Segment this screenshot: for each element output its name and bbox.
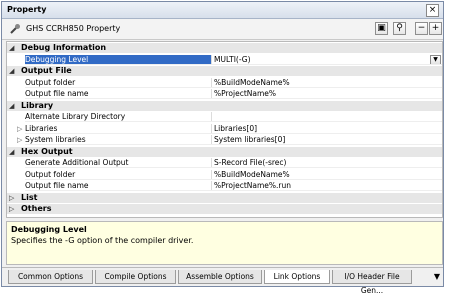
property-row[interactable]: Alternate Library Directory: [7, 112, 442, 122]
collapse-icon[interactable]: ◢: [9, 102, 17, 110]
lock-icon: ▣: [377, 23, 386, 33]
expand-icon[interactable]: ▷: [9, 194, 17, 202]
collapse-icon[interactable]: ◢: [9, 148, 17, 156]
category-label: Library: [21, 100, 54, 110]
search-icon: ⚲: [396, 23, 403, 33]
tab-option[interactable]: Assemble Options: [178, 270, 262, 284]
property-toolbar: GHS CCRH850 Property ▣ ⚲ − +: [2, 19, 443, 40]
property-panel: Property × GHS CCRH850 Property ▣ ⚲ − + …: [1, 1, 444, 295]
category-row[interactable]: ◢ Hex Output: [7, 146, 442, 157]
category-row[interactable]: ▷ List: [7, 192, 442, 203]
expand-icon[interactable]: ▷: [9, 205, 17, 213]
row-separator: [25, 86, 442, 88]
collapse-icon[interactable]: ◢: [9, 67, 17, 75]
plus-icon: +: [431, 23, 440, 33]
tab-option[interactable]: I/O Header File Gen...: [332, 270, 412, 295]
build-tool-icon: [9, 23, 21, 35]
toolbar-label: GHS CCRH850 Property: [26, 24, 121, 33]
panel-title: Property: [7, 5, 47, 14]
tab-option[interactable]: Compile Options: [95, 270, 176, 284]
lock-button[interactable]: ▣: [375, 22, 388, 35]
expand-icon[interactable]: ▷: [17, 135, 22, 145]
category-label: List: [21, 192, 38, 202]
category-row[interactable]: ◢ Library: [7, 100, 442, 111]
property-row[interactable]: Output folder %BuildModeName%: [7, 77, 442, 88]
property-grid: ◢ Debug Information Debugging Level MULTI(-…: [6, 41, 443, 218]
description-title: Debugging Level: [11, 225, 87, 234]
property-row[interactable]: Output file name %ProjectName%.run: [7, 181, 442, 191]
category-row[interactable]: ▷ Others: [7, 204, 442, 214]
property-row[interactable]: ▷ Libraries Libraries[0]: [7, 123, 442, 134]
row-separator: [25, 190, 442, 191]
row-separator: [25, 178, 442, 180]
category-row[interactable]: ◢ Output File: [7, 66, 442, 76]
row-separator: [25, 144, 442, 145]
property-row[interactable]: Output file name %ProjectName%: [7, 89, 442, 99]
category-row[interactable]: ◢ Debug Information: [7, 43, 442, 53]
collapse-icon[interactable]: ◢: [9, 44, 17, 52]
tab-option[interactable]: Common Options: [8, 270, 93, 284]
search-button[interactable]: ⚲: [393, 22, 406, 35]
options-tab-bar: ▼ Common Options Compile Options Assemble …: [2, 267, 443, 295]
close-button[interactable]: ×: [426, 4, 439, 17]
expand-all-button[interactable]: +: [429, 22, 442, 35]
row-separator: [25, 98, 442, 99]
description-text: Specifies the -G option of the compiler …: [11, 236, 194, 245]
category-label: Output File: [21, 66, 72, 75]
category-label: Others: [21, 204, 52, 213]
collapse-all-button[interactable]: −: [415, 22, 428, 35]
minus-icon: −: [417, 23, 426, 33]
property-row[interactable]: Output folder %BuildModeName%: [7, 169, 442, 180]
close-icon: ×: [428, 5, 437, 15]
tab-list-dropdown-icon[interactable]: ▼: [434, 272, 440, 281]
property-row[interactable]: Debugging Level MULTI(-G) ▼: [7, 54, 442, 65]
category-label: Hex Output: [21, 146, 73, 156]
tab-option[interactable]: Link Options: [264, 270, 330, 284]
row-separator: [25, 167, 442, 168]
panel-titlebar: Property ×: [2, 2, 443, 19]
property-row[interactable]: ▷ System libraries System libraries[0]: [7, 135, 442, 145]
row-separator: [25, 63, 442, 65]
property-row[interactable]: Generate Additional Output S-Record File(…: [7, 158, 442, 168]
category-label: Debug Information: [21, 43, 107, 52]
expand-icon[interactable]: ▷: [17, 124, 22, 134]
row-separator: [25, 132, 442, 134]
row-separator: [25, 121, 442, 122]
description-panel: Debugging Level Specifies the -G option …: [6, 221, 443, 265]
